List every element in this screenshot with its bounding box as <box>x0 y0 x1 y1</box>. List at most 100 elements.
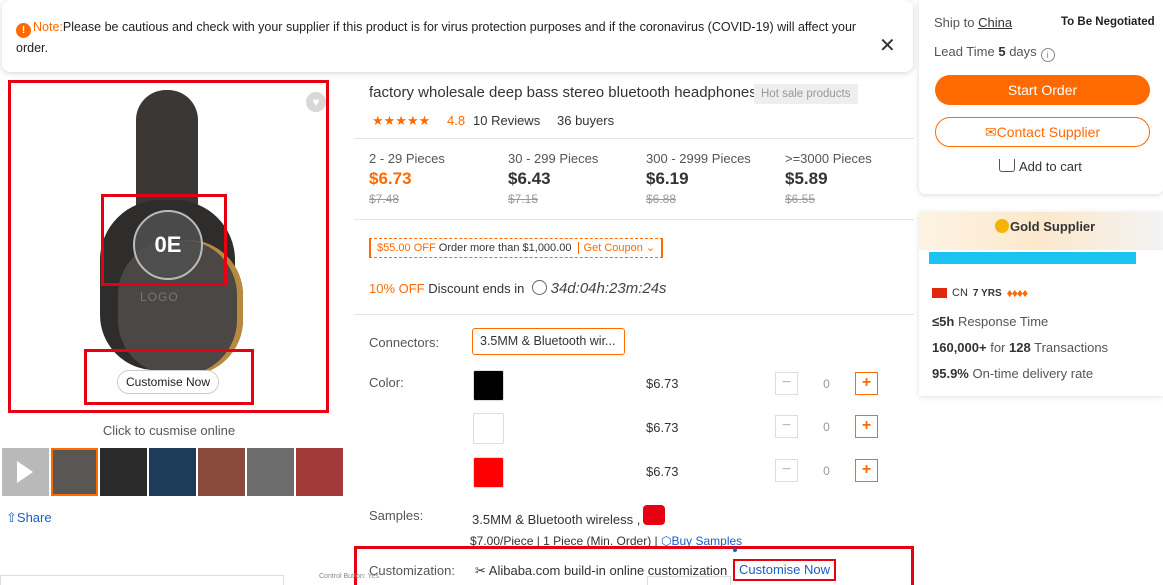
ship-to-label: Ship to <box>934 15 975 30</box>
buyers-count: 36 buyers <box>557 113 615 128</box>
decrease-button[interactable]: − <box>775 415 798 438</box>
gold-supplier-badge: Gold Supplier <box>995 219 1095 234</box>
hot-sale-tag: Hot sale products <box>754 84 858 104</box>
connector-option[interactable]: 3.5MM & Bluetooth wir... <box>472 328 625 355</box>
decrease-button[interactable]: − <box>775 372 798 395</box>
increase-button[interactable]: + <box>855 372 878 395</box>
shipping-cost: To Be Negotiated <box>1061 16 1155 28</box>
tier-quantity: 2 - 29 Pieces <box>369 151 445 166</box>
divider <box>354 314 914 315</box>
info-icon[interactable]: i <box>1040 48 1055 62</box>
customise-now-link[interactable]: Customise Now <box>733 559 837 581</box>
transactions-label: Transactions <box>1034 340 1109 355</box>
clock-icon <box>532 280 547 295</box>
share-label: Share <box>16 510 52 525</box>
debug-note: Control Button: Yes <box>319 573 379 580</box>
notice-text: ! Note:Please be cautious and check with … <box>16 17 876 59</box>
contact-supplier-label: Contact Supplier <box>996 124 1101 140</box>
star-rating-icon: ★★★★★ <box>372 113 431 128</box>
color-swatch-white[interactable] <box>473 413 504 444</box>
logo-placeholder-text: LOGO <box>140 290 179 304</box>
connectors-label: Connectors: <box>369 335 440 350</box>
gold-coin-icon <box>995 219 1009 233</box>
supplier-country: CN <box>952 287 968 299</box>
increase-button[interactable]: + <box>855 415 878 438</box>
discount-countdown: 34d:04h:23m:24s <box>550 280 667 297</box>
supplier-years: 7 YRS <box>972 287 1002 299</box>
thumbnail-item[interactable] <box>247 448 294 496</box>
delivery-rate-label: On-time delivery rate <box>972 366 1094 381</box>
reviews-link[interactable]: 10 Reviews <box>473 113 540 128</box>
thumbnail-item[interactable] <box>296 448 343 496</box>
discount-percent: 10% OFF <box>369 281 425 296</box>
price-tier: 300 - 2999 Pieces $6.19 $6.88 <box>646 151 776 206</box>
quantity-stepper: − 0 + <box>775 371 878 396</box>
supplier-name-redacted[interactable] <box>929 252 1136 264</box>
highlight-box-badge <box>101 194 227 286</box>
lead-time-value: 5 <box>998 44 1006 59</box>
discount-text: Discount ends in <box>428 281 525 296</box>
quantity-input[interactable]: 0 <box>798 377 855 391</box>
divider <box>354 138 914 139</box>
thumbnail-video[interactable] <box>2 448 49 496</box>
tier-original-price: $6.55 <box>785 192 816 206</box>
tier-original-price: $7.15 <box>508 192 539 206</box>
thumbnail-strip <box>2 448 343 496</box>
transactions: 160,000+ for 128 Transactions <box>932 340 1108 355</box>
notice-message: Please be cautious and check with your s… <box>16 20 857 55</box>
share-link[interactable]: ⇧Share <box>6 510 52 526</box>
start-order-button[interactable]: Start Order <box>935 75 1150 105</box>
share-icon: ⇧ <box>6 510 17 525</box>
rating-value: 4.8 <box>447 113 466 128</box>
add-to-cart-link[interactable]: Add to cart <box>999 159 1082 174</box>
color-swatch-red[interactable] <box>473 457 504 488</box>
response-time: ≤5h Response Time <box>932 314 1048 329</box>
discount-row: 10% OFF Discount ends in 34d:04h:23m:24s <box>369 280 667 297</box>
tier-quantity: 30 - 299 Pieces <box>508 151 599 166</box>
thumbnail-item[interactable] <box>100 448 147 496</box>
increase-button[interactable]: + <box>855 459 878 482</box>
contact-supplier-button[interactable]: ✉Contact Supplier <box>935 117 1150 147</box>
delivery-rate-value: 95.9% <box>932 366 969 381</box>
tier-price: $6.19 <box>646 169 689 188</box>
delivery-rate: 95.9% On-time delivery rate <box>932 366 1093 381</box>
info-pin-icon: ! <box>16 23 31 38</box>
divider <box>354 219 914 220</box>
floating-panel-edge <box>0 575 284 585</box>
price-tier: >=3000 Pieces $5.89 $6.55 <box>785 151 915 206</box>
close-icon[interactable]: ✕ <box>879 36 896 56</box>
quantity-input[interactable]: 0 <box>798 420 855 434</box>
lead-time-label: Lead Time <box>934 44 995 59</box>
product-title: factory wholesale deep bass stereo bluet… <box>369 84 757 101</box>
quantity-input[interactable]: 0 <box>798 464 855 478</box>
get-coupon-button[interactable]: Get Coupon ⌄ <box>577 242 656 254</box>
tier-price: $6.73 <box>369 169 412 188</box>
gold-supplier-label: Gold Supplier <box>1010 219 1096 234</box>
color-price: $6.73 <box>646 376 679 391</box>
tier-quantity: >=3000 Pieces <box>785 151 872 166</box>
thumbnail-item[interactable] <box>149 448 196 496</box>
heart-icon[interactable]: ♥ <box>306 92 326 112</box>
thumbnail-item[interactable] <box>51 448 98 496</box>
cursor-dot <box>733 548 737 552</box>
response-time-label: Response Time <box>957 314 1049 329</box>
cart-icon <box>999 159 1015 172</box>
floating-panel-edge <box>647 576 731 585</box>
ship-to-country[interactable]: China <box>978 15 1012 30</box>
thumbnail-item[interactable] <box>198 448 245 496</box>
customise-now-button[interactable]: Customise Now <box>117 370 219 394</box>
price-tier: 2 - 29 Pieces $6.73 $7.48 <box>369 151 499 206</box>
supplier-meta: CN 7 YRS ♦♦♦♦ <box>932 286 1028 300</box>
color-swatch-black[interactable] <box>473 370 504 401</box>
decrease-button[interactable]: − <box>775 459 798 482</box>
diamond-rating-icon: ♦♦♦♦ <box>1006 286 1028 300</box>
customise-caption: Click to cusmise online <box>102 423 236 438</box>
response-time-value: ≤5h <box>932 314 955 329</box>
play-icon <box>17 461 33 483</box>
ship-to: Ship to China <box>934 15 1012 30</box>
samples-color-swatch <box>643 505 665 525</box>
tier-original-price: $7.48 <box>369 192 400 206</box>
coupon-amount: $55.00 OFF <box>377 242 436 254</box>
color-price: $6.73 <box>646 420 679 435</box>
tier-price: $6.43 <box>508 169 551 188</box>
